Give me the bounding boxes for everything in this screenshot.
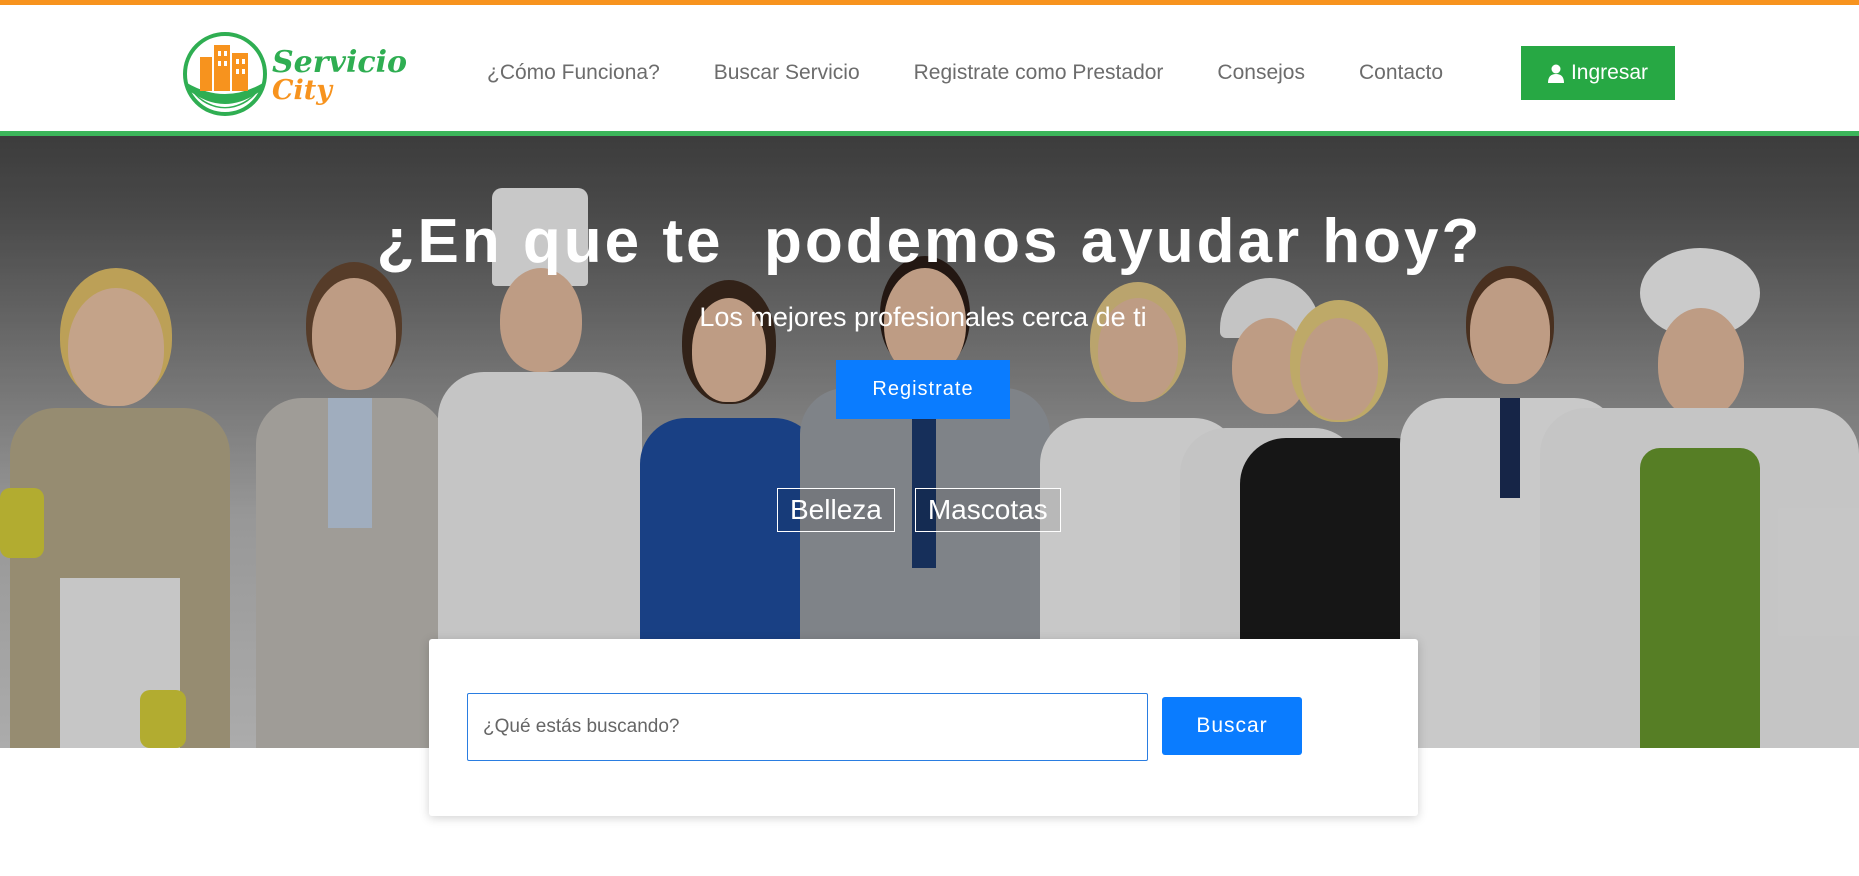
nav-registrate-prestador[interactable]: Registrate como Prestador [914, 55, 1164, 91]
nav-como-funciona[interactable]: ¿Cómo Funciona? [487, 55, 660, 91]
logo-emblem-icon [183, 32, 267, 116]
logo-line-2: City [272, 75, 332, 106]
site-header: Servicio City ¿Cómo Funciona? Buscar Ser… [0, 5, 1859, 133]
registrate-button[interactable]: Registrate [836, 360, 1010, 419]
logo-line-1: Servicio [272, 45, 408, 80]
login-button-label: Ingresar [1570, 61, 1649, 84]
search-button[interactable]: Buscar [1162, 697, 1302, 755]
login-button[interactable]: Ingresar [1521, 46, 1675, 100]
hero-subtitle: Los mejores profesionales cerca de ti [699, 302, 1147, 332]
nav-buscar-servicio[interactable]: Buscar Servicio [714, 55, 860, 91]
nav-consejos[interactable]: Consejos [1217, 55, 1305, 91]
user-icon [1547, 64, 1564, 83]
search-input[interactable] [467, 693, 1148, 761]
tag-mascotas[interactable]: Mascotas [914, 488, 1061, 532]
search-card: Buscar [429, 639, 1418, 816]
category-tags: Belleza Mascotas [777, 488, 1061, 532]
site-logo[interactable]: Servicio City [182, 31, 412, 121]
main-nav: ¿Cómo Funciona? Buscar Servicio Registra… [487, 55, 1443, 91]
logo-wordmark: Servicio City [272, 45, 408, 106]
nav-contacto[interactable]: Contacto [1359, 55, 1443, 91]
tag-belleza[interactable]: Belleza [777, 488, 895, 532]
hero-title: ¿En que te podemos ayudar hoy? [376, 207, 1483, 276]
